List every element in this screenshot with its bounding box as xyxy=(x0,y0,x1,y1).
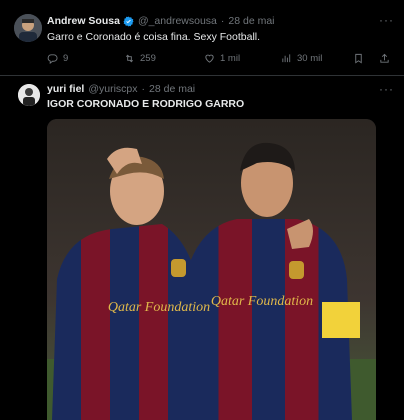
tweet-text: Garro e Coronado é coisa fina. Sexy Foot… xyxy=(47,31,261,43)
tweet-actions: 9 259 1 mil 30 mil xyxy=(47,53,392,67)
like-count: 1 mil xyxy=(220,53,241,64)
reply-button[interactable]: 9 xyxy=(47,53,68,64)
heart-icon xyxy=(205,54,214,63)
tweet-header: yuri fiel @yuriscpx · 28 de mai xyxy=(47,83,195,95)
verified-badge-icon xyxy=(123,16,134,26)
tweet-photo[interactable]: Qatar Foundation Qatar Foundation xyxy=(47,119,376,420)
avatar[interactable] xyxy=(18,84,40,106)
tweet-andrew-sousa[interactable]: Andrew Sousa @_andrewsousa · 28 de mai ·… xyxy=(0,0,404,76)
display-name[interactable]: yuri fiel xyxy=(47,83,84,95)
display-name[interactable]: Andrew Sousa xyxy=(47,15,120,27)
reply-icon xyxy=(47,54,58,64)
retweet-count: 259 xyxy=(140,53,156,64)
sponsor-right: Qatar Foundation xyxy=(211,294,313,309)
tweet-text: IGOR CORONADO E RODRIGO GARRO xyxy=(47,98,245,110)
retweet-button[interactable]: 259 xyxy=(124,53,156,64)
avatar[interactable] xyxy=(14,14,42,42)
more-options-icon[interactable]: ··· xyxy=(379,13,394,27)
photo-players-image: Qatar Foundation Qatar Foundation xyxy=(47,119,376,420)
timestamp[interactable]: 28 de mai xyxy=(228,15,274,27)
views-button[interactable]: 30 mil xyxy=(281,53,322,64)
tweet-header: Andrew Sousa @_andrewsousa · 28 de mai xyxy=(47,15,275,27)
handle[interactable]: @yuriscpx xyxy=(88,83,137,95)
like-button[interactable]: 1 mil xyxy=(204,53,240,64)
bookmark-button[interactable] xyxy=(353,53,369,64)
retweet-icon xyxy=(125,54,134,63)
share-icon xyxy=(380,53,389,63)
handle[interactable]: @_andrewsousa xyxy=(138,15,217,27)
timestamp[interactable]: 28 de mai xyxy=(149,83,195,95)
bookmark-icon xyxy=(355,53,362,64)
views-count: 30 mil xyxy=(297,53,323,64)
sponsor-left: Qatar Foundation xyxy=(108,300,210,315)
views-chart-icon xyxy=(282,54,291,63)
reply-count: 9 xyxy=(63,53,69,64)
separator: · xyxy=(220,15,225,27)
share-button[interactable] xyxy=(379,53,395,64)
separator: · xyxy=(141,83,146,95)
more-options-icon[interactable]: ··· xyxy=(379,82,394,96)
